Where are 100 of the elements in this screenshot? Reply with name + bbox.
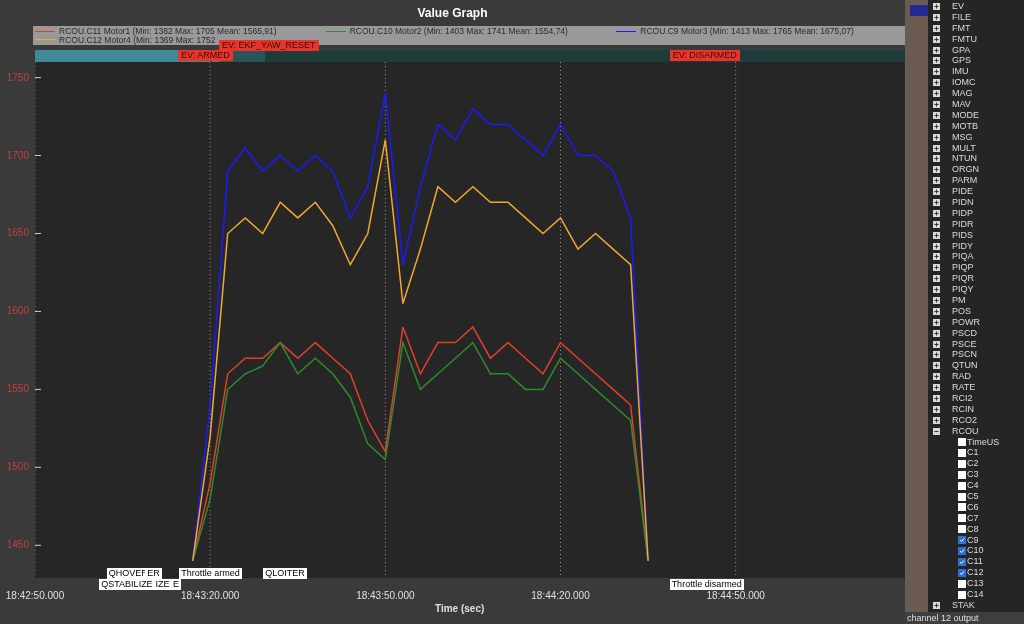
expand-icon[interactable] xyxy=(933,24,940,32)
expand-icon[interactable] xyxy=(933,395,940,402)
checkbox[interactable] xyxy=(958,470,966,479)
tree-item[interactable]: PSCD xyxy=(952,328,977,338)
tree-item[interactable]: PIDS xyxy=(952,230,973,240)
expand-icon[interactable] xyxy=(933,122,940,130)
tree-item[interactable]: C1 xyxy=(967,448,979,458)
tree-item[interactable]: TimeUS xyxy=(967,437,1000,447)
tree-item[interactable]: IOMC xyxy=(952,78,976,88)
tree-item[interactable]: NTUN xyxy=(952,154,977,164)
tree-item[interactable]: PSCE xyxy=(952,339,977,349)
checkbox[interactable] xyxy=(958,492,966,501)
expand-icon[interactable] xyxy=(933,144,940,152)
tree-item[interactable]: IMU xyxy=(952,67,969,77)
checkbox[interactable] xyxy=(958,448,966,457)
expand-icon[interactable] xyxy=(933,209,940,217)
tree-item[interactable]: RCIN xyxy=(952,404,974,414)
tree-item[interactable]: PIQR xyxy=(952,274,974,284)
expand-icon[interactable] xyxy=(933,13,940,21)
expand-icon[interactable] xyxy=(933,351,940,359)
tree-item[interactable]: PIDR xyxy=(952,219,974,229)
tree-item[interactable]: MOTB xyxy=(952,121,978,131)
tree-item[interactable]: ORGN xyxy=(952,165,979,175)
expand-icon[interactable] xyxy=(933,68,940,76)
expand-icon[interactable] xyxy=(933,90,940,98)
checkbox[interactable] xyxy=(958,459,966,468)
tree-item[interactable]: PSCN xyxy=(952,350,977,360)
tree-item[interactable]: FMT xyxy=(952,23,971,33)
checkbox[interactable] xyxy=(958,536,966,545)
tree-item[interactable]: C8 xyxy=(967,524,979,534)
collapse-icon[interactable] xyxy=(933,427,940,435)
expand-icon[interactable] xyxy=(933,362,940,370)
tree-item[interactable]: PIDY xyxy=(952,241,973,251)
expand-icon[interactable] xyxy=(933,373,940,381)
tree-item[interactable]: QTUN xyxy=(952,361,978,371)
tree-item[interactable]: C12 xyxy=(967,568,984,578)
expand-icon[interactable] xyxy=(933,133,940,141)
tree-item[interactable]: RAD xyxy=(952,372,971,382)
expand-icon[interactable] xyxy=(933,35,940,43)
expand-icon[interactable] xyxy=(933,231,940,239)
expand-icon[interactable] xyxy=(933,329,940,337)
expand-icon[interactable] xyxy=(933,2,940,10)
tree-item[interactable]: PM xyxy=(952,296,966,305)
tree-item[interactable]: GPA xyxy=(952,45,971,55)
tree-item[interactable]: C6 xyxy=(967,502,979,512)
tree-item[interactable]: PIQP xyxy=(952,263,974,273)
expand-icon[interactable] xyxy=(933,100,940,108)
tree-item[interactable]: POWR xyxy=(952,317,980,327)
expand-icon[interactable] xyxy=(933,307,940,315)
expand-icon[interactable] xyxy=(933,57,940,65)
tree-item[interactable]: C10 xyxy=(967,546,984,556)
tree-item[interactable]: C11 xyxy=(967,557,983,567)
expand-icon[interactable] xyxy=(933,242,940,250)
expand-icon[interactable] xyxy=(933,79,940,87)
expand-icon[interactable] xyxy=(933,46,940,54)
tree-item[interactable]: RATE xyxy=(952,383,976,393)
tree-item[interactable]: MODE xyxy=(952,110,979,120)
tree-item[interactable]: RCOU xyxy=(952,426,979,436)
tree-item[interactable]: EV xyxy=(952,1,964,11)
tree-item[interactable]: PIQA xyxy=(952,252,974,262)
expand-icon[interactable] xyxy=(933,166,940,174)
expand-icon[interactable] xyxy=(933,253,940,261)
expand-icon[interactable] xyxy=(933,601,940,609)
checkbox[interactable] xyxy=(958,525,966,534)
expand-icon[interactable] xyxy=(933,286,940,294)
tree-item[interactable]: C5 xyxy=(967,492,979,501)
expand-icon[interactable] xyxy=(933,198,940,206)
tree-item[interactable]: C14 xyxy=(967,590,984,600)
tree-item[interactable]: PIQY xyxy=(952,285,974,295)
tree-item[interactable]: PIDE xyxy=(952,187,973,197)
tree-item[interactable]: C13 xyxy=(967,579,984,589)
checkbox[interactable] xyxy=(958,579,966,588)
checkbox[interactable] xyxy=(958,438,966,447)
tree-item[interactable]: C7 xyxy=(967,513,979,523)
expand-icon[interactable] xyxy=(933,177,940,185)
tree-item[interactable]: RCO2 xyxy=(952,415,977,425)
tree-item[interactable]: MAV xyxy=(952,99,971,109)
tree-item[interactable]: FILE xyxy=(952,12,971,22)
checkbox[interactable] xyxy=(958,503,966,512)
tree-item[interactable]: C4 xyxy=(967,481,979,491)
tree-item[interactable]: STAK xyxy=(952,600,975,610)
expand-icon[interactable] xyxy=(933,155,940,163)
tree-item[interactable]: FMTU xyxy=(952,34,977,44)
checkbox[interactable] xyxy=(958,546,966,555)
expand-icon[interactable] xyxy=(933,275,940,283)
tree-item[interactable]: POS xyxy=(952,306,971,316)
tree-item[interactable]: MAG xyxy=(952,89,973,99)
expand-icon[interactable] xyxy=(933,405,940,413)
tree-item[interactable]: PIDN xyxy=(952,197,974,207)
expand-icon[interactable] xyxy=(933,416,940,424)
tree-item[interactable]: RCI2 xyxy=(952,394,973,403)
tree-item[interactable]: C2 xyxy=(967,459,979,469)
tree-item[interactable]: C9 xyxy=(967,535,979,545)
expand-icon[interactable] xyxy=(933,318,940,326)
tree-item[interactable]: MULT xyxy=(952,143,976,153)
expand-icon[interactable] xyxy=(933,188,940,196)
checkbox[interactable] xyxy=(958,481,966,490)
tree-item[interactable]: GPS xyxy=(952,56,971,66)
tree-item[interactable]: C3 xyxy=(967,470,979,480)
checkbox[interactable] xyxy=(958,590,966,599)
